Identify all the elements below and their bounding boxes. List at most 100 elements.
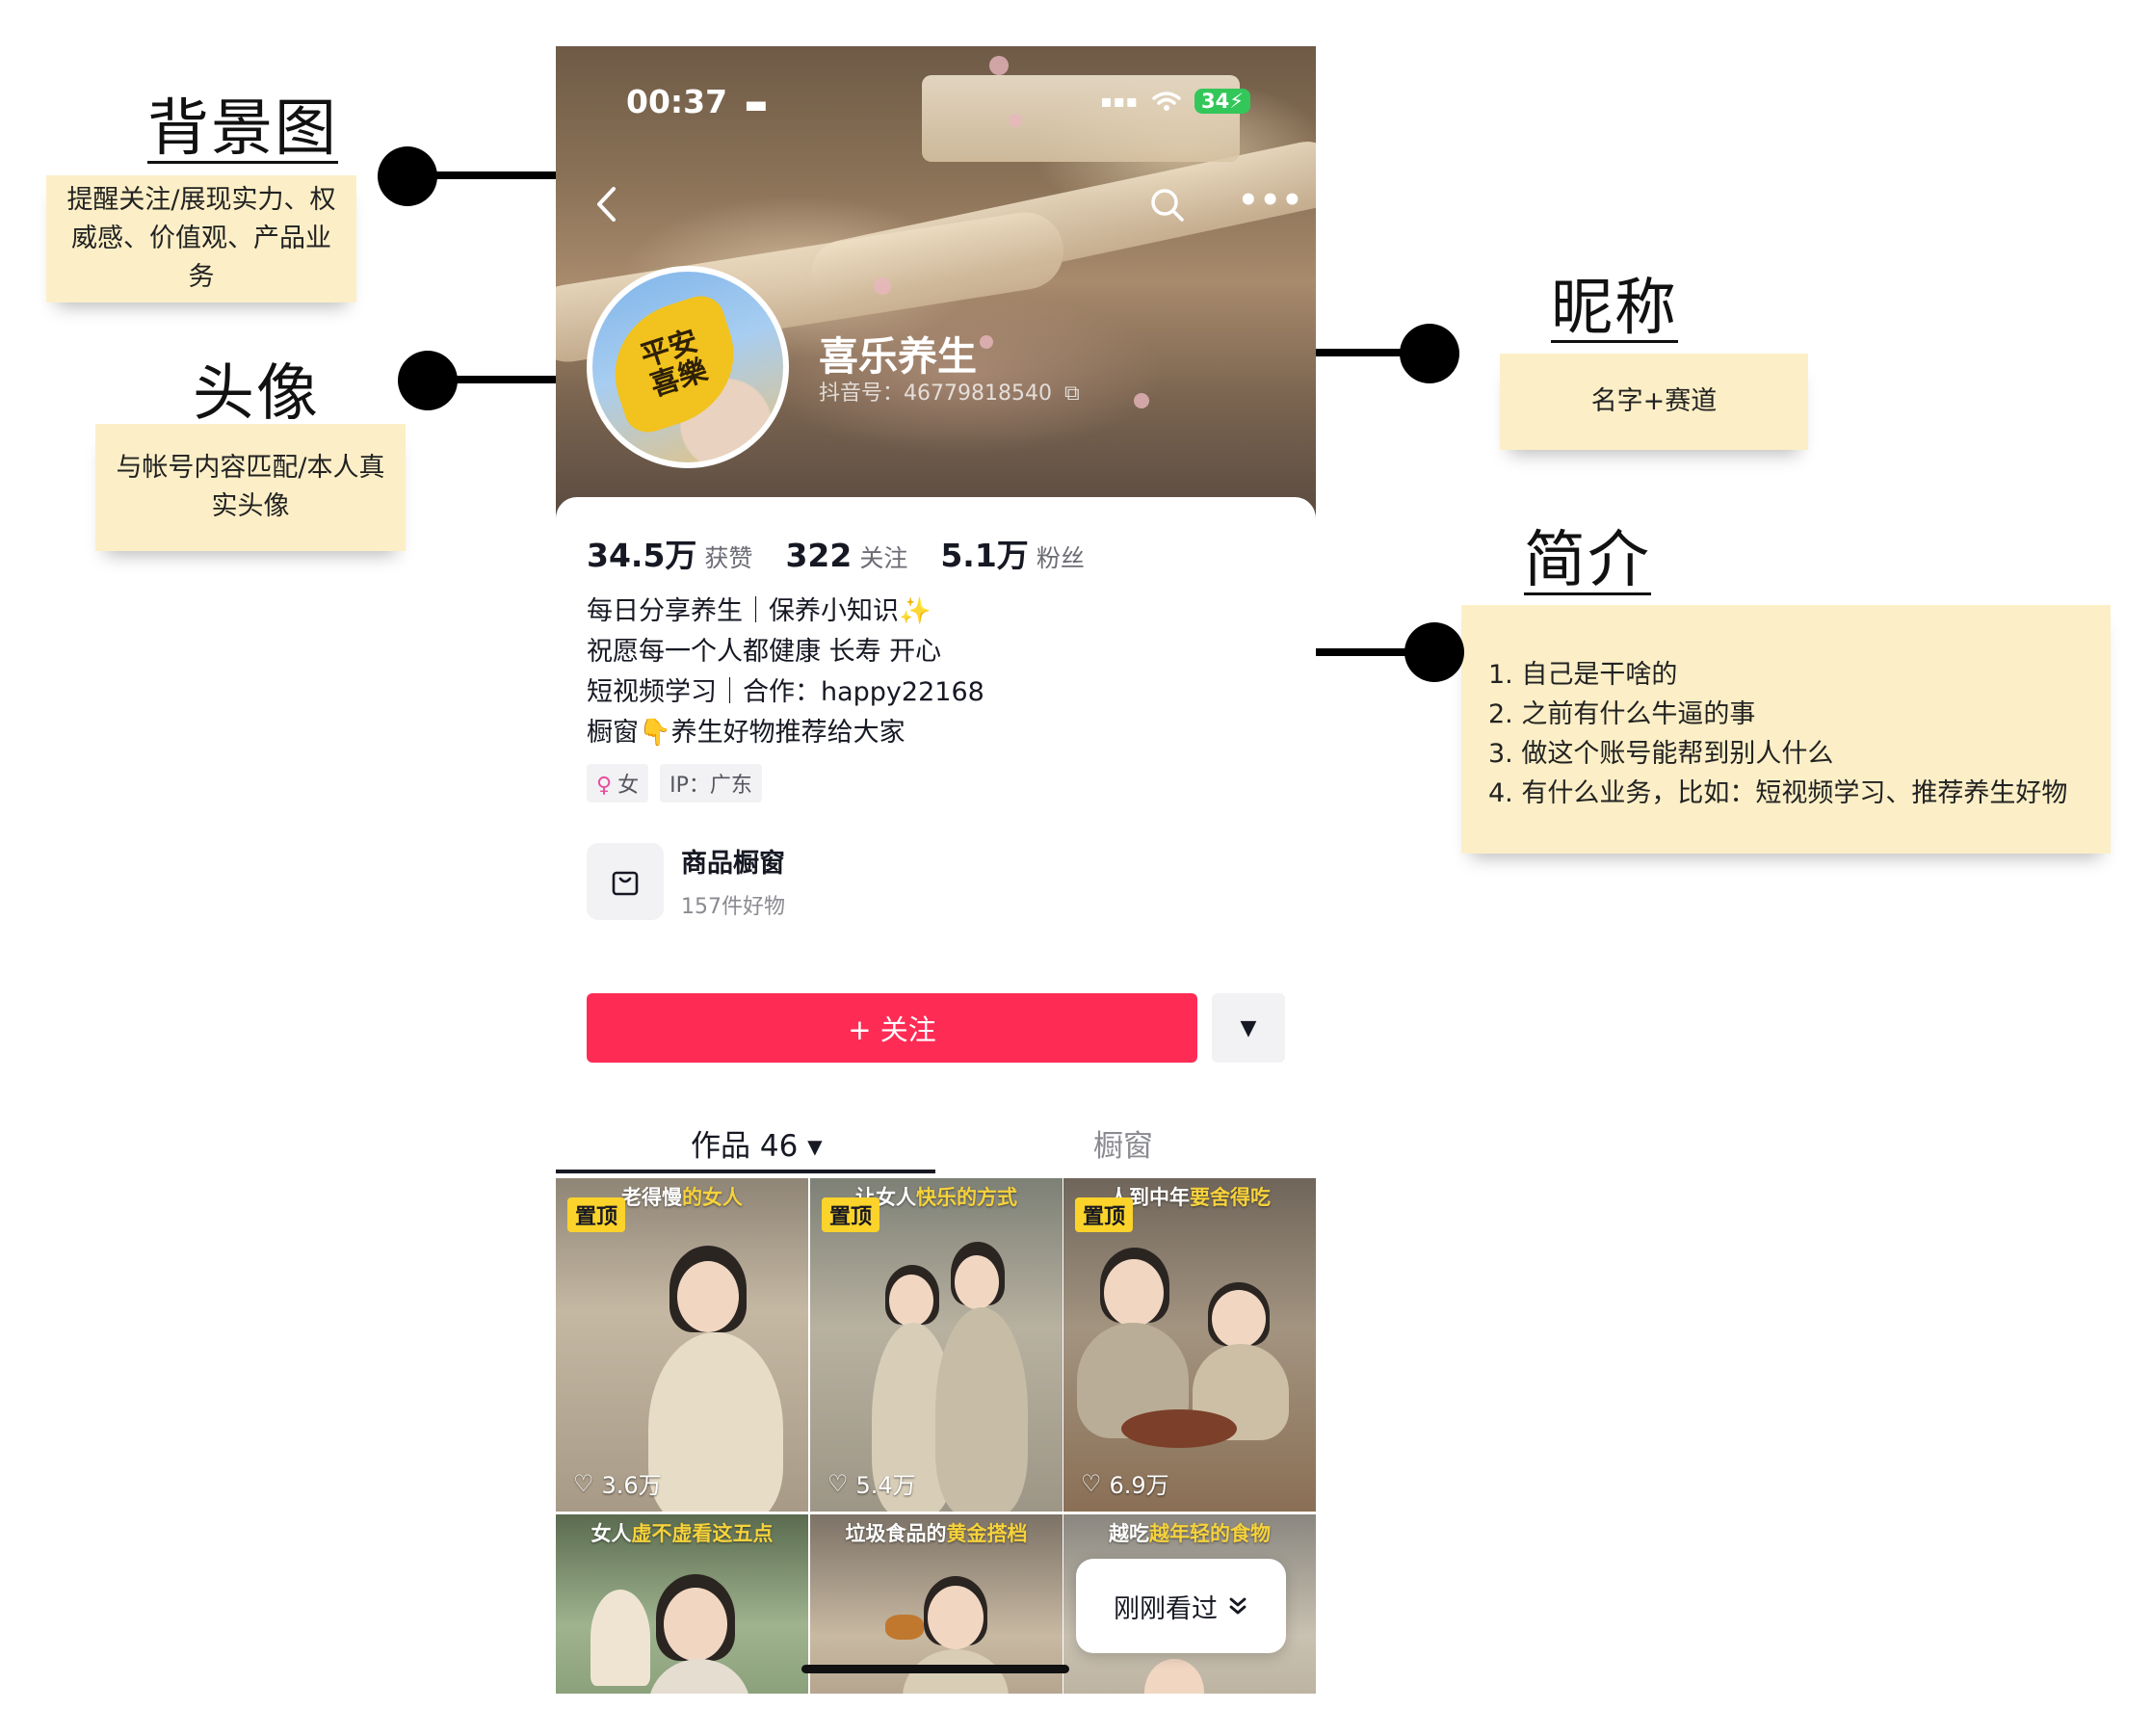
- tab-shop-window[interactable]: 橱窗: [1093, 1121, 1153, 1165]
- note-line: 提醒关注/展现实力、权: [66, 185, 336, 215]
- nickname: 喜乐养生: [819, 333, 977, 380]
- annotation-note-bio: 1. 自己是干啥的 2. 之前有什么牛逼的事 3. 做这个账号能帮到别人什么 4…: [1461, 605, 2111, 854]
- note-item: 1. 自己是干啥的: [1488, 660, 1678, 690]
- illustration: [677, 1261, 739, 1332]
- illustration: [1104, 1259, 1164, 1327]
- female-icon: ♀: [596, 774, 613, 798]
- sleep-mode-icon: ▬: [744, 91, 769, 119]
- follow-button[interactable]: + 关注: [587, 993, 1197, 1063]
- blossom-decoration: [874, 277, 891, 295]
- blossom-decoration: [989, 56, 1009, 75]
- more-icon: •••: [1238, 181, 1304, 220]
- blossom-decoration: [1009, 114, 1022, 127]
- douyin-id-text: 抖音号：46779818540: [819, 381, 1052, 406]
- illustration: [885, 1615, 924, 1640]
- shop-window-entry[interactable]: 商品橱窗 157件好物: [587, 842, 785, 920]
- illustration: [889, 1275, 933, 1327]
- heart-icon: ♡: [827, 1469, 849, 1497]
- like-count: ♡ 6.9万: [1081, 1469, 1169, 1500]
- heart-icon: ♡: [1081, 1469, 1102, 1497]
- bio-line: 祝愿每一个人都健康 长寿 开心: [587, 637, 942, 667]
- following-label[interactable]: 关注: [859, 539, 907, 574]
- status-time-text: 00:37: [626, 83, 728, 120]
- video-tile[interactable]: 人到中年要舍得吃 置顶 ♡ 6.9万: [1063, 1178, 1316, 1512]
- bio-line: 短视频学习｜合作：happy22168: [587, 677, 984, 707]
- copy-icon: ⧉: [1063, 381, 1080, 406]
- gender-tag: ♀ 女: [587, 764, 649, 802]
- bio: 每日分享养生｜保养小知识✨ 祝愿每一个人都健康 长寿 开心 短视频学习｜合作：h…: [587, 592, 984, 753]
- more-button[interactable]: •••: [1238, 181, 1303, 220]
- illustration: [928, 1586, 984, 1649]
- status-icons: ▪▪▪ 34⚡: [1100, 89, 1250, 114]
- blossom-decoration: [1134, 393, 1149, 408]
- avatar[interactable]: 平安 喜樂: [587, 266, 789, 468]
- signal-icon: ▪▪▪: [1100, 91, 1140, 112]
- following-count[interactable]: 322: [785, 537, 852, 574]
- illustration: [1144, 1659, 1204, 1694]
- home-indicator[interactable]: [801, 1665, 1069, 1673]
- illustration: [935, 1307, 1028, 1512]
- note-item: 2. 之前有什么牛逼的事: [1488, 699, 1756, 729]
- annotation-note-background: 提醒关注/展现实力、权 威感、价值观、产品业务: [46, 175, 356, 302]
- shop-subtitle: 157件好物: [681, 895, 785, 919]
- video-caption: 垃圾食品的黄金搭档: [845, 1521, 1028, 1545]
- video-tile[interactable]: 女人虚不虚看这五点: [556, 1514, 808, 1694]
- illustration: [664, 1588, 727, 1661]
- pinned-badge: 置顶: [1075, 1197, 1134, 1232]
- illustration: [1212, 1290, 1266, 1348]
- annotation-title-background: 背景图: [147, 93, 338, 165]
- blossom-decoration: [980, 335, 993, 349]
- heart-icon: ♡: [573, 1469, 594, 1497]
- double-chevron-down-icon: [1229, 1597, 1247, 1615]
- profile-banner-image: 00:37 ▬ ▪▪▪ 34⚡ ••• 平安 喜樂 喜乐养生 抖音号：46779…: [556, 46, 1316, 518]
- caret-down-icon: ▼: [1240, 1015, 1257, 1040]
- profile-tags: ♀ 女 IP：广东: [587, 764, 762, 802]
- gender-text: 女: [617, 774, 640, 798]
- illustration: [648, 1332, 783, 1512]
- recently-viewed-label: 刚刚看过: [1114, 1593, 1218, 1624]
- like-count: ♡ 5.4万: [827, 1469, 916, 1500]
- followers-label[interactable]: 粉丝: [1037, 539, 1085, 574]
- active-tab-indicator: [556, 1170, 935, 1173]
- illustration: [1121, 1409, 1237, 1448]
- status-time: 00:37 ▬: [626, 83, 768, 120]
- followers-count[interactable]: 5.1万: [940, 530, 1028, 576]
- annotation-title-avatar: 头像: [193, 358, 320, 430]
- illustration: [955, 1255, 999, 1309]
- video-tile[interactable]: 老得慢的女人 置顶 ♡ 3.6万: [556, 1178, 808, 1512]
- profile-stats: 34.5万 获赞 322 关注 5.1万 粉丝: [587, 530, 1117, 576]
- tab-works[interactable]: 作品 46 ▾: [691, 1121, 823, 1165]
- battery-level: 34: [1201, 90, 1230, 113]
- note-line: 实头像: [211, 491, 290, 521]
- bio-line: 橱窗👇养生好物推荐给大家: [587, 718, 905, 748]
- pinned-badge: 置顶: [822, 1197, 880, 1232]
- douyin-id[interactable]: 抖音号：46779818540 ⧉: [819, 376, 1080, 407]
- shop-title: 商品橱窗: [681, 849, 785, 879]
- pinned-badge: 置顶: [567, 1197, 626, 1232]
- illustration: [590, 1590, 650, 1686]
- note-line: 与帐号内容匹配/本人真: [116, 453, 385, 483]
- illustration: [648, 1659, 750, 1694]
- annotation-title-nickname: 昵称: [1551, 273, 1678, 344]
- chevron-left-icon: [597, 187, 616, 222]
- search-button[interactable]: [1149, 187, 1186, 227]
- ip-location-tag: IP：广东: [660, 764, 762, 802]
- avatar-image: 平安 喜樂: [596, 289, 752, 439]
- note-line: 威感、价值观、产品业务: [71, 224, 331, 292]
- likes-label: 获赞: [704, 544, 753, 572]
- battery-icon: 34⚡: [1194, 89, 1250, 114]
- video-caption: 女人虚不虚看这五点: [590, 1521, 774, 1545]
- recently-viewed-button[interactable]: 刚刚看过: [1076, 1559, 1286, 1653]
- profile-card: 34.5万 获赞 322 关注 5.1万 粉丝 每日分享养生｜保养小知识✨ 祝愿…: [556, 497, 1316, 1694]
- video-tile[interactable]: 让女人快乐的方式 置顶 ♡ 5.4万: [810, 1178, 1063, 1512]
- content-tabs: 作品 46 ▾ 橱窗: [556, 1112, 1316, 1175]
- more-options-dropdown[interactable]: ▼: [1212, 993, 1285, 1063]
- annotation-note-avatar: 与帐号内容匹配/本人真 实头像: [95, 424, 406, 551]
- video-caption: 越吃越年轻的食物: [1109, 1521, 1271, 1545]
- shopping-bag-icon: [587, 842, 664, 920]
- likes-count: 34.5万: [587, 537, 697, 574]
- back-button[interactable]: [594, 186, 617, 230]
- bio-line: 每日分享养生｜保养小知识✨: [587, 596, 932, 626]
- note-item: 3. 做这个账号能帮到别人什么: [1488, 739, 1834, 769]
- annotation-title-bio: 简介: [1524, 525, 1651, 596]
